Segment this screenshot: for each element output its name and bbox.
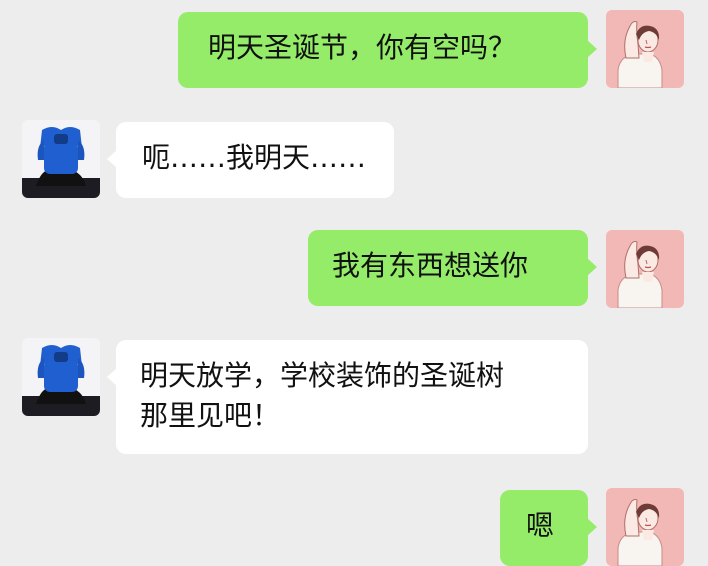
- message-text-line: 明天放学，学校装饰的圣诞树: [140, 359, 505, 392]
- message-bubble-sent[interactable]: 我有东西想送你: [308, 230, 597, 306]
- bubble-tail: [107, 368, 117, 386]
- self-avatar[interactable]: [606, 10, 684, 88]
- bubble-tail: [587, 518, 597, 536]
- woman-illustration-avatar-image: [606, 10, 684, 88]
- message-bubble-sent[interactable]: 嗯: [500, 490, 597, 566]
- woman-illustration-avatar-image: [606, 230, 684, 308]
- boy-blue-shirt-avatar-image: [22, 338, 100, 416]
- message-text-line: 那里见吧！: [140, 399, 281, 432]
- bubble-tail: [587, 40, 597, 58]
- bubble-tail: [587, 258, 597, 276]
- self-avatar[interactable]: [606, 230, 684, 308]
- message-text: 我有东西想送你: [332, 249, 529, 282]
- contact-avatar[interactable]: [22, 120, 100, 198]
- message-bubble-sent[interactable]: 明天圣诞节，你有空吗？: [178, 12, 597, 88]
- chat-thread[interactable]: 明天圣诞节，你有空吗？ 呃……我明天…… 我有东西想送你 明天放学，学校装饰的圣…: [0, 0, 708, 566]
- boy-blue-shirt-avatar-image: [22, 120, 100, 198]
- woman-illustration-avatar-image: [606, 488, 684, 566]
- contact-avatar[interactable]: [22, 338, 100, 416]
- message-bubble-received[interactable]: 明天放学，学校装饰的圣诞树 那里见吧！: [107, 340, 588, 454]
- self-avatar[interactable]: [606, 488, 684, 566]
- message-bubble-received[interactable]: 呃……我明天……: [107, 122, 394, 198]
- bubble-tail: [107, 150, 117, 168]
- message-text: 嗯: [526, 509, 555, 542]
- message-text: 明天圣诞节，你有空吗？: [208, 31, 517, 64]
- message-text: 呃……我明天……: [142, 141, 367, 174]
